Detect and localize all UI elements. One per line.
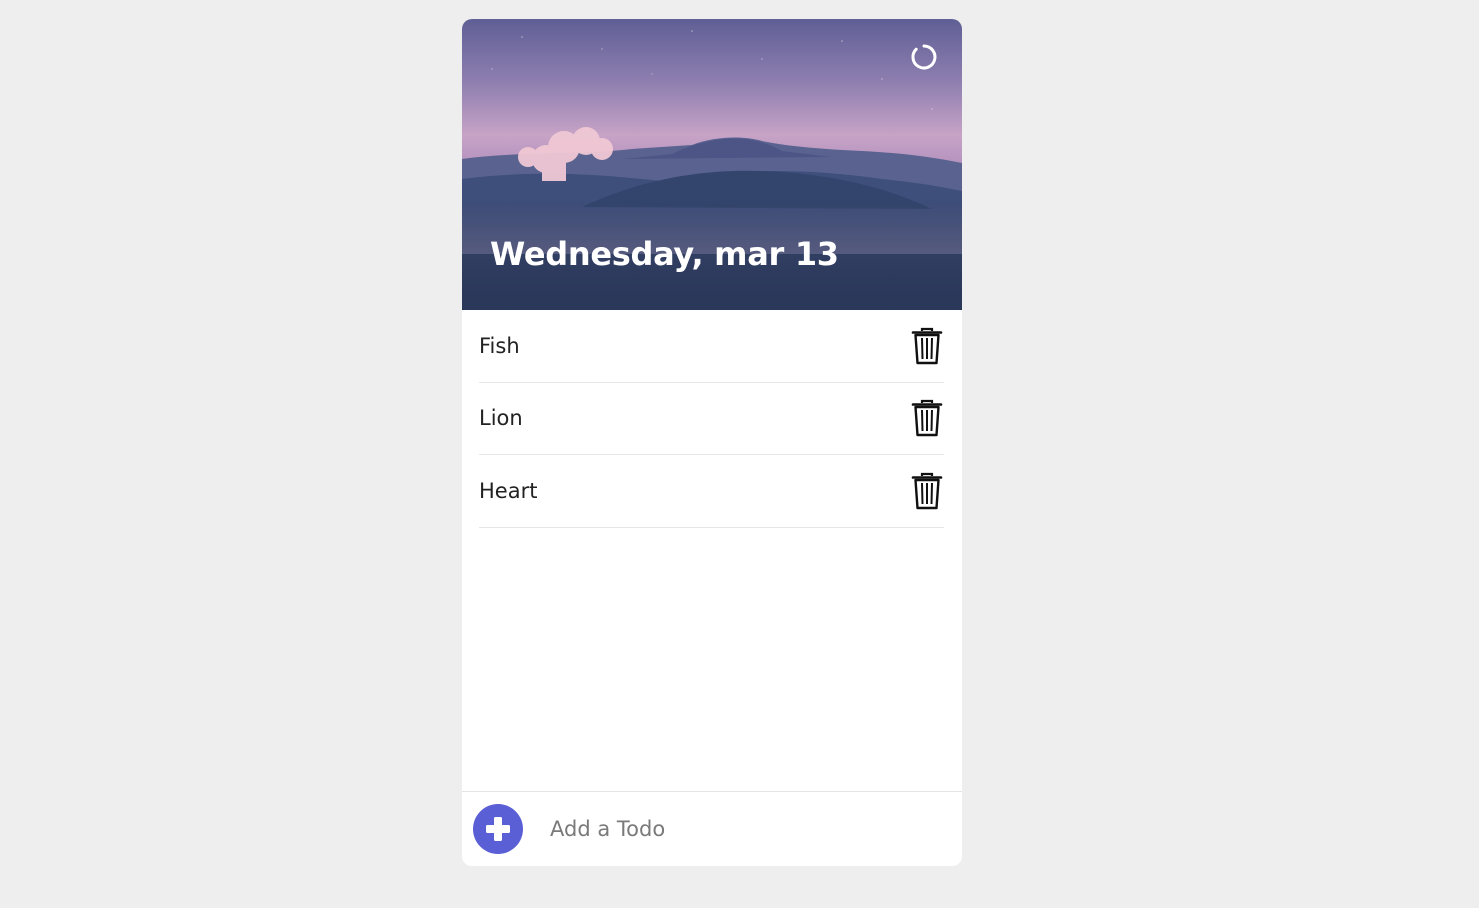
todo-item: Heart xyxy=(479,455,944,528)
trash-icon[interactable] xyxy=(911,326,943,366)
todo-item: Fish xyxy=(479,310,944,383)
todo-item: Lion xyxy=(479,383,944,455)
refresh-circle-icon[interactable] xyxy=(910,43,938,71)
plus-icon xyxy=(486,817,510,841)
todo-item-label: Fish xyxy=(479,333,520,358)
add-todo-input[interactable] xyxy=(550,817,930,841)
trash-icon[interactable] xyxy=(911,398,943,438)
add-todo-button[interactable] xyxy=(473,804,523,854)
add-todo-bar xyxy=(462,791,962,866)
todo-item-label: Lion xyxy=(479,406,523,431)
date-title: Wednesday, mar 13 xyxy=(490,235,839,273)
todo-card: Wednesday, mar 13 Fish Lion Heart Add a … xyxy=(462,19,962,866)
trash-icon[interactable] xyxy=(911,471,943,511)
todo-item-label: Heart xyxy=(479,478,538,503)
todo-list: Fish Lion Heart xyxy=(462,310,962,528)
header-banner: Wednesday, mar 13 xyxy=(462,19,962,310)
